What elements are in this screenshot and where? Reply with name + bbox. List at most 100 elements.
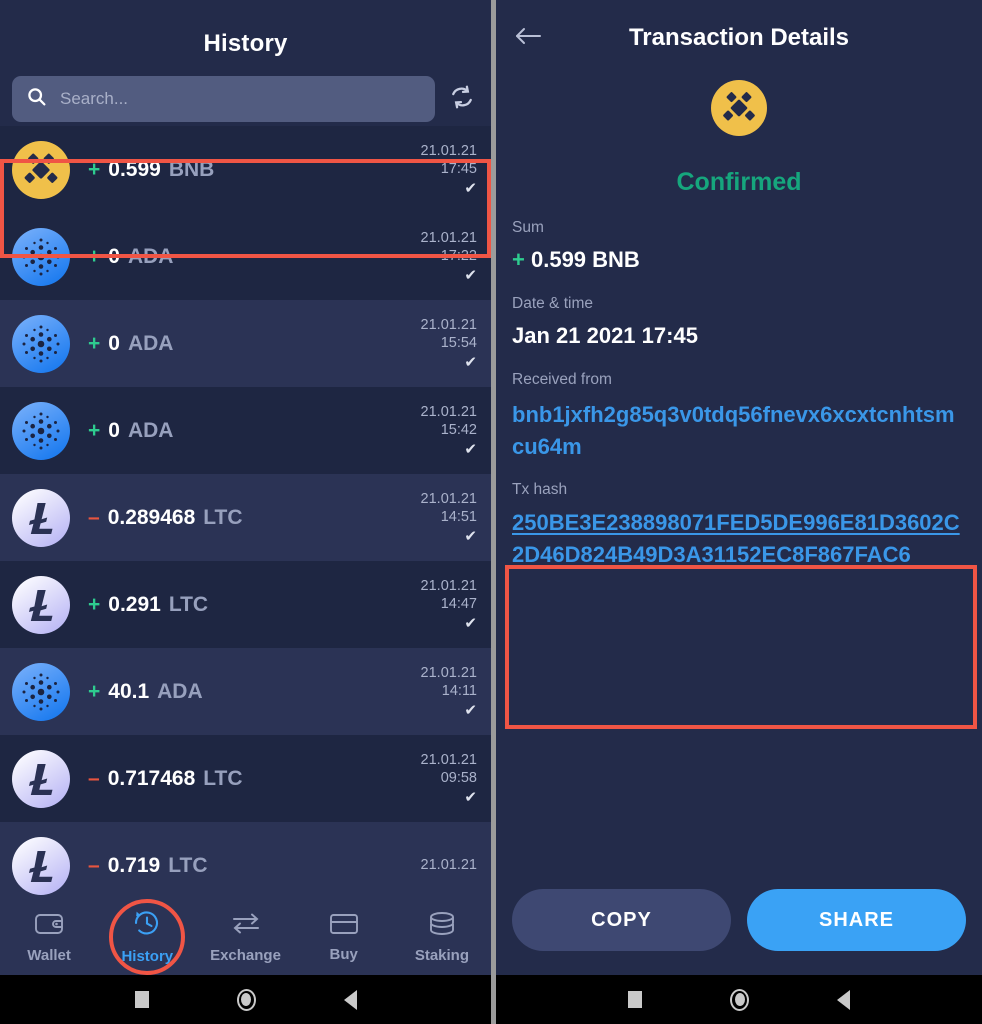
check-icon: ✔ bbox=[464, 788, 477, 806]
table-row[interactable]: + 0.291 LTC 21.01.21 14:47 ✔ bbox=[0, 561, 491, 648]
annotation-circle-history-tab bbox=[109, 899, 186, 975]
sidebar-item-buy[interactable]: Buy bbox=[295, 912, 393, 963]
annotation-box-tx-hash bbox=[505, 565, 977, 729]
field-label: Sum bbox=[512, 219, 544, 236]
ltc-coin-icon bbox=[12, 488, 70, 547]
sidebar-item-wallet[interactable]: Wallet bbox=[0, 911, 98, 964]
search-icon bbox=[26, 86, 47, 112]
android-system-nav bbox=[0, 975, 491, 1024]
transaction-list[interactable]: + 0.599 BNB 21.01.21 17:45 ✔ + 0 ADA 21.… bbox=[0, 126, 491, 1024]
table-row[interactable]: – 0.289468 LTC 21.01.21 14:51 ✔ bbox=[0, 474, 491, 561]
tx-amount: 0.719 bbox=[107, 853, 161, 877]
circle-home-icon[interactable] bbox=[730, 988, 749, 1011]
tx-amount-group: – 0.719 LTC bbox=[70, 854, 421, 878]
ada-coin-icon bbox=[12, 401, 70, 460]
field-label: Received from bbox=[512, 371, 612, 388]
tx-ticker: ADA bbox=[127, 244, 174, 268]
tx-date: 21.01.21 bbox=[420, 143, 477, 160]
circle-home-icon[interactable] bbox=[236, 988, 256, 1011]
tx-time: 17:45 bbox=[440, 161, 477, 177]
detail-header: Transaction Details bbox=[496, 0, 982, 76]
table-row[interactable]: + 0 ADA 21.01.21 17:22 ✔ bbox=[0, 213, 491, 300]
history-screen: History Search... + 0.599 BNB 21.01.21 1… bbox=[0, 0, 491, 1024]
tx-amount: 40.1 bbox=[108, 679, 150, 703]
exchange-arrows-icon bbox=[230, 911, 262, 942]
dual-screenshot-container: History Search... + 0.599 BNB 21.01.21 1… bbox=[0, 0, 982, 1024]
status-badge: Confirmed bbox=[676, 168, 802, 196]
tx-date: 21.01.21 bbox=[420, 665, 477, 682]
page-title: Transaction Details bbox=[628, 24, 850, 51]
tx-amount: 0.599 bbox=[108, 157, 161, 181]
tx-ticker: LTC bbox=[203, 766, 243, 790]
search-input[interactable] bbox=[60, 89, 421, 109]
credit-card-icon bbox=[329, 912, 359, 941]
share-button[interactable]: SHARE bbox=[747, 889, 966, 951]
table-row[interactable]: + 40.1 ADA 21.01.21 14:11 ✔ bbox=[0, 648, 491, 735]
tx-time: 14:47 bbox=[440, 596, 477, 612]
tx-meta: 21.01.21 14:47 ✔ bbox=[421, 578, 477, 630]
table-row[interactable]: + 0 ADA 21.01.21 15:42 ✔ bbox=[0, 387, 491, 474]
field-received-from: Received from bnb1jxfh2g85q3v0tdq56fnevx… bbox=[496, 371, 982, 463]
back-button[interactable] bbox=[514, 23, 544, 53]
tx-time: 14:51 bbox=[440, 509, 477, 525]
triangle-back-icon[interactable] bbox=[343, 989, 357, 1010]
tx-amount: 0.717468 bbox=[107, 766, 196, 790]
copy-button[interactable]: COPY bbox=[512, 889, 731, 951]
square-recents-icon[interactable] bbox=[134, 991, 149, 1008]
ltc-coin-icon bbox=[12, 575, 70, 634]
action-buttons: COPY SHARE bbox=[496, 889, 982, 951]
check-icon: ✔ bbox=[464, 353, 477, 371]
tx-date: 21.01.21 bbox=[420, 752, 477, 769]
tx-amount-group: + 0.599 BNB bbox=[70, 158, 421, 182]
bnb-coin-icon bbox=[711, 80, 767, 136]
triangle-back-icon[interactable] bbox=[837, 989, 850, 1010]
sidebar-item-label: Exchange bbox=[210, 946, 281, 964]
tx-amount-group: + 0 ADA bbox=[70, 419, 421, 443]
tx-meta: 21.01.21 17:45 ✔ bbox=[421, 143, 477, 195]
sidebar-item-exchange[interactable]: Exchange bbox=[196, 911, 294, 964]
tx-sign: + bbox=[512, 247, 525, 272]
table-row[interactable]: + 0.599 BNB 21.01.21 17:45 ✔ bbox=[0, 126, 491, 213]
transaction-details-screen: Transaction Details Confirmed Sum + 0.59… bbox=[491, 0, 982, 1024]
table-row[interactable]: + 0 ADA 21.01.21 15:54 ✔ bbox=[0, 300, 491, 387]
field-sum: Sum + 0.599 BNB bbox=[496, 219, 982, 273]
tx-ticker: LTC bbox=[203, 505, 243, 529]
ada-coin-icon bbox=[12, 227, 70, 286]
check-icon: ✔ bbox=[464, 179, 477, 197]
check-icon: ✔ bbox=[464, 440, 477, 458]
sender-address-link[interactable]: bnb1jxfh2g85q3v0tdq56fnevx6xcxtcnhtsmcu6… bbox=[512, 399, 966, 463]
tx-meta: 21.01.21 14:51 ✔ bbox=[421, 491, 477, 543]
tx-time: 14:11 bbox=[441, 683, 477, 699]
tx-meta: 21.01.21 15:42 ✔ bbox=[421, 404, 477, 456]
ltc-coin-icon bbox=[12, 749, 70, 808]
refresh-button[interactable] bbox=[445, 82, 479, 116]
back-arrow-icon bbox=[514, 25, 542, 52]
wallet-icon bbox=[34, 911, 64, 942]
sidebar-item-staking[interactable]: Staking bbox=[393, 911, 491, 964]
tx-amount-group: + 0 ADA bbox=[70, 245, 421, 269]
tx-sign: – bbox=[88, 505, 100, 529]
tx-date: 21.01.21 bbox=[420, 230, 477, 247]
field-value: + 0.599 BNB bbox=[512, 247, 966, 273]
sidebar-item-label: Buy bbox=[329, 945, 358, 963]
check-icon: ✔ bbox=[464, 701, 477, 719]
table-row[interactable]: – 0.719 LTC 21.01.21 bbox=[0, 822, 491, 909]
sidebar-item-history[interactable]: History bbox=[98, 899, 196, 975]
square-recents-icon[interactable] bbox=[628, 991, 642, 1008]
tx-date: 21.01.21 bbox=[420, 491, 477, 508]
tx-date: 21.01.21 bbox=[420, 578, 477, 595]
tx-sign: + bbox=[88, 244, 101, 268]
field-tx-hash: Tx hash 250BE3E238898071FED5DE996E81D360… bbox=[496, 481, 982, 571]
search-box[interactable] bbox=[12, 76, 435, 122]
tx-amount-group: + 0 ADA bbox=[70, 332, 421, 356]
tx-hash-link[interactable]: 250BE3E238898071FED5DE996E81D3602C2D46D8… bbox=[512, 507, 966, 571]
tx-meta: 21.01.21 17:22 ✔ bbox=[421, 230, 477, 282]
sidebar-item-label: Wallet bbox=[27, 946, 71, 964]
tx-amount-group: – 0.289468 LTC bbox=[70, 506, 421, 530]
tx-amount: 0 bbox=[108, 244, 120, 268]
ada-coin-icon bbox=[12, 662, 70, 721]
tx-date: 21.01.21 bbox=[420, 317, 477, 334]
tx-amount-group: + 0.291 LTC bbox=[70, 593, 421, 617]
table-row[interactable]: – 0.717468 LTC 21.01.21 09:58 ✔ bbox=[0, 735, 491, 822]
tx-ticker: LTC bbox=[168, 592, 209, 616]
